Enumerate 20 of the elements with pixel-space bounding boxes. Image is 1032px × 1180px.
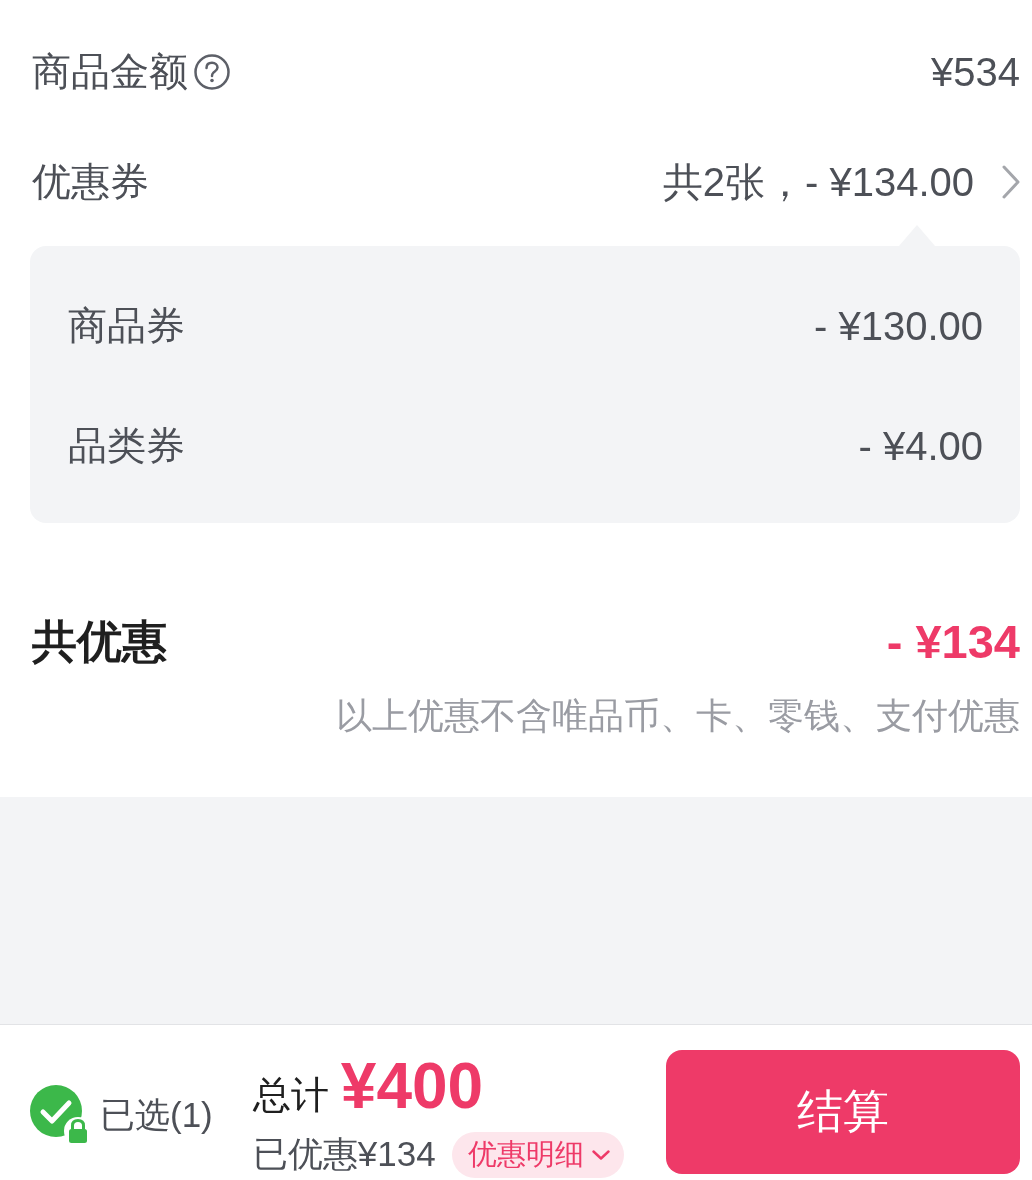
- total-discount-label: 共优惠: [32, 615, 167, 669]
- coupon-summary-value[interactable]: 共2张，- ¥134.00: [662, 158, 974, 206]
- chevron-down-icon: [591, 1149, 610, 1160]
- selected-count-text: 已选(1): [100, 1093, 213, 1136]
- saved-amount-text: 已优惠¥134: [252, 1133, 436, 1175]
- total-discount-value: - ¥134: [886, 613, 1020, 670]
- help-icon[interactable]: [194, 54, 230, 90]
- coupon-discount-value: - ¥4.00: [858, 423, 983, 470]
- coupon-discount-value: - ¥130.00: [813, 303, 983, 350]
- chevron-right-icon: [1002, 165, 1020, 199]
- discount-details-button[interactable]: 优惠明细: [451, 1131, 624, 1178]
- checkout-button[interactable]: 结算: [666, 1050, 1020, 1174]
- goods-amount-value: ¥534: [931, 49, 1020, 96]
- discount-note-text: 以上优惠不含唯品币、卡、零钱、支付优惠: [335, 694, 1020, 738]
- goods-amount-label: 商品金额: [32, 48, 188, 95]
- coupon-type-label: 商品券: [68, 302, 185, 349]
- total-price-value: ¥400: [340, 1054, 484, 1118]
- coupon-type-label: 品类券: [68, 422, 185, 469]
- coupon-label: 优惠券: [32, 158, 149, 205]
- total-label: 总计: [252, 1073, 329, 1118]
